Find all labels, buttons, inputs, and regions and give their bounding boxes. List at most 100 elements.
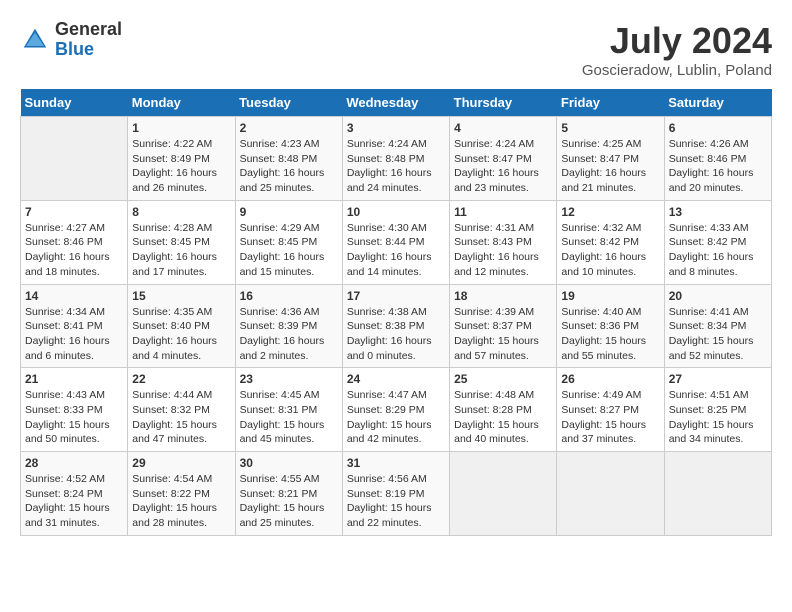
calendar-day-cell: 5 Sunrise: 4:25 AM Sunset: 8:47 PM Daylig… [557,117,664,201]
day-number: 21 [25,372,123,386]
calendar-week-row: 21Sunrise: 4:43 AM Sunset: 8:33 PM Dayli… [21,368,772,452]
day-info: Sunrise: 4:54 AM Sunset: 8:22 PM Dayligh… [132,472,230,531]
day-info: Sunrise: 4:23 AM Sunset: 8:48 PM Dayligh… [240,137,338,196]
day-info: Sunrise: 4:51 AM Sunset: 8:25 PM Dayligh… [669,388,767,447]
day-of-week-header: Friday [557,89,664,117]
day-info: Sunrise: 4:56 AM Sunset: 8:19 PM Dayligh… [347,472,445,531]
day-number: 20 [669,289,767,303]
calendar-day-cell: 30 Sunrise: 4:55 AM Sunset: 8:21 PM Dayli… [235,452,342,536]
calendar-day-cell [450,452,557,536]
day-info: Sunrise: 4:47 AM Sunset: 8:29 PM Dayligh… [347,388,445,447]
day-info: Sunrise: 4:36 AM Sunset: 8:39 PM Dayligh… [240,305,338,364]
calendar-day-cell: 8Sunrise: 4:28 AM Sunset: 8:45 PM Daylig… [128,200,235,284]
day-number: 4 [454,121,552,135]
calendar-day-cell: 3 Sunrise: 4:24 AM Sunset: 8:48 PM Daylig… [342,117,449,201]
day-number: 12 [561,205,659,219]
calendar-day-cell [664,452,771,536]
day-number: 29 [132,456,230,470]
day-number: 10 [347,205,445,219]
day-info: Sunrise: 4:25 AM Sunset: 8:47 PM Dayligh… [561,137,659,196]
day-number: 23 [240,372,338,386]
logo-text: General Blue [55,20,122,60]
day-info: Sunrise: 4:52 AM Sunset: 8:24 PM Dayligh… [25,472,123,531]
calendar-day-cell: 29 Sunrise: 4:54 AM Sunset: 8:22 PM Dayli… [128,452,235,536]
calendar-day-cell: 6Sunrise: 4:26 AM Sunset: 8:46 PM Daylig… [664,117,771,201]
calendar-day-cell: 7Sunrise: 4:27 AM Sunset: 8:46 PM Daylig… [21,200,128,284]
day-info: Sunrise: 4:34 AM Sunset: 8:41 PM Dayligh… [25,305,123,364]
day-info: Sunrise: 4:29 AM Sunset: 8:45 PM Dayligh… [240,221,338,280]
month-year: July 2024 [582,20,772,62]
day-number: 2 [240,121,338,135]
logo-icon [20,25,50,55]
day-number: 18 [454,289,552,303]
calendar-day-cell: 9 Sunrise: 4:29 AM Sunset: 8:45 PM Daylig… [235,200,342,284]
day-number: 5 [561,121,659,135]
day-number: 26 [561,372,659,386]
day-number: 25 [454,372,552,386]
day-info: Sunrise: 4:24 AM Sunset: 8:48 PM Dayligh… [347,137,445,196]
day-info: Sunrise: 4:45 AM Sunset: 8:31 PM Dayligh… [240,388,338,447]
day-number: 17 [347,289,445,303]
day-of-week-header: Sunday [21,89,128,117]
day-of-week-header: Monday [128,89,235,117]
calendar-day-cell: 10Sunrise: 4:30 AM Sunset: 8:44 PM Dayli… [342,200,449,284]
calendar-header-row: SundayMondayTuesdayWednesdayThursdayFrid… [21,89,772,117]
title-block: July 2024 Goscieradow, Lublin, Poland [582,20,772,79]
calendar-day-cell: 15Sunrise: 4:35 AM Sunset: 8:40 PM Dayli… [128,284,235,368]
day-number: 8 [132,205,230,219]
day-info: Sunrise: 4:26 AM Sunset: 8:46 PM Dayligh… [669,137,767,196]
day-number: 9 [240,205,338,219]
calendar-day-cell: 2 Sunrise: 4:23 AM Sunset: 8:48 PM Daylig… [235,117,342,201]
calendar-day-cell [21,117,128,201]
day-number: 15 [132,289,230,303]
day-number: 3 [347,121,445,135]
day-of-week-header: Saturday [664,89,771,117]
calendar-day-cell [557,452,664,536]
day-info: Sunrise: 4:48 AM Sunset: 8:28 PM Dayligh… [454,388,552,447]
day-info: Sunrise: 4:38 AM Sunset: 8:38 PM Dayligh… [347,305,445,364]
calendar-day-cell: 4Sunrise: 4:24 AM Sunset: 8:47 PM Daylig… [450,117,557,201]
calendar-day-cell: 11Sunrise: 4:31 AM Sunset: 8:43 PM Dayli… [450,200,557,284]
calendar-day-cell: 26Sunrise: 4:49 AM Sunset: 8:27 PM Dayli… [557,368,664,452]
day-number: 14 [25,289,123,303]
calendar-week-row: 7Sunrise: 4:27 AM Sunset: 8:46 PM Daylig… [21,200,772,284]
day-info: Sunrise: 4:33 AM Sunset: 8:42 PM Dayligh… [669,221,767,280]
day-info: Sunrise: 4:40 AM Sunset: 8:36 PM Dayligh… [561,305,659,364]
calendar-day-cell: 1Sunrise: 4:22 AM Sunset: 8:49 PM Daylig… [128,117,235,201]
day-of-week-header: Tuesday [235,89,342,117]
calendar-day-cell: 24Sunrise: 4:47 AM Sunset: 8:29 PM Dayli… [342,368,449,452]
calendar-day-cell: 22Sunrise: 4:44 AM Sunset: 8:32 PM Dayli… [128,368,235,452]
calendar-day-cell: 21Sunrise: 4:43 AM Sunset: 8:33 PM Dayli… [21,368,128,452]
calendar-day-cell: 13 Sunrise: 4:33 AM Sunset: 8:42 PM Dayli… [664,200,771,284]
calendar-day-cell: 17 Sunrise: 4:38 AM Sunset: 8:38 PM Dayli… [342,284,449,368]
calendar-week-row: 14 Sunrise: 4:34 AM Sunset: 8:41 PM Dayli… [21,284,772,368]
day-info: Sunrise: 4:55 AM Sunset: 8:21 PM Dayligh… [240,472,338,531]
location: Goscieradow, Lublin, Poland [582,62,772,79]
day-number: 13 [669,205,767,219]
calendar-week-row: 28Sunrise: 4:52 AM Sunset: 8:24 PM Dayli… [21,452,772,536]
day-of-week-header: Wednesday [342,89,449,117]
calendar-day-cell: 28Sunrise: 4:52 AM Sunset: 8:24 PM Dayli… [21,452,128,536]
calendar-week-row: 1Sunrise: 4:22 AM Sunset: 8:49 PM Daylig… [21,117,772,201]
day-number: 27 [669,372,767,386]
calendar-day-cell: 14 Sunrise: 4:34 AM Sunset: 8:41 PM Dayli… [21,284,128,368]
day-number: 30 [240,456,338,470]
calendar-day-cell: 20 Sunrise: 4:41 AM Sunset: 8:34 PM Dayli… [664,284,771,368]
calendar-day-cell: 18Sunrise: 4:39 AM Sunset: 8:37 PM Dayli… [450,284,557,368]
day-info: Sunrise: 4:44 AM Sunset: 8:32 PM Dayligh… [132,388,230,447]
calendar-day-cell: 12 Sunrise: 4:32 AM Sunset: 8:42 PM Dayli… [557,200,664,284]
day-number: 16 [240,289,338,303]
calendar-day-cell: 23 Sunrise: 4:45 AM Sunset: 8:31 PM Dayli… [235,368,342,452]
calendar-day-cell: 27 Sunrise: 4:51 AM Sunset: 8:25 PM Dayli… [664,368,771,452]
page-header: General Blue July 2024 Goscieradow, Lubl… [20,20,772,79]
logo-general: General [55,20,122,40]
logo-blue: Blue [55,40,122,60]
calendar-day-cell: 31 Sunrise: 4:56 AM Sunset: 8:19 PM Dayli… [342,452,449,536]
day-info: Sunrise: 4:41 AM Sunset: 8:34 PM Dayligh… [669,305,767,364]
day-info: Sunrise: 4:32 AM Sunset: 8:42 PM Dayligh… [561,221,659,280]
calendar-day-cell: 25 Sunrise: 4:48 AM Sunset: 8:28 PM Dayli… [450,368,557,452]
day-number: 31 [347,456,445,470]
day-of-week-header: Thursday [450,89,557,117]
day-number: 1 [132,121,230,135]
calendar-table: SundayMondayTuesdayWednesdayThursdayFrid… [20,89,772,536]
